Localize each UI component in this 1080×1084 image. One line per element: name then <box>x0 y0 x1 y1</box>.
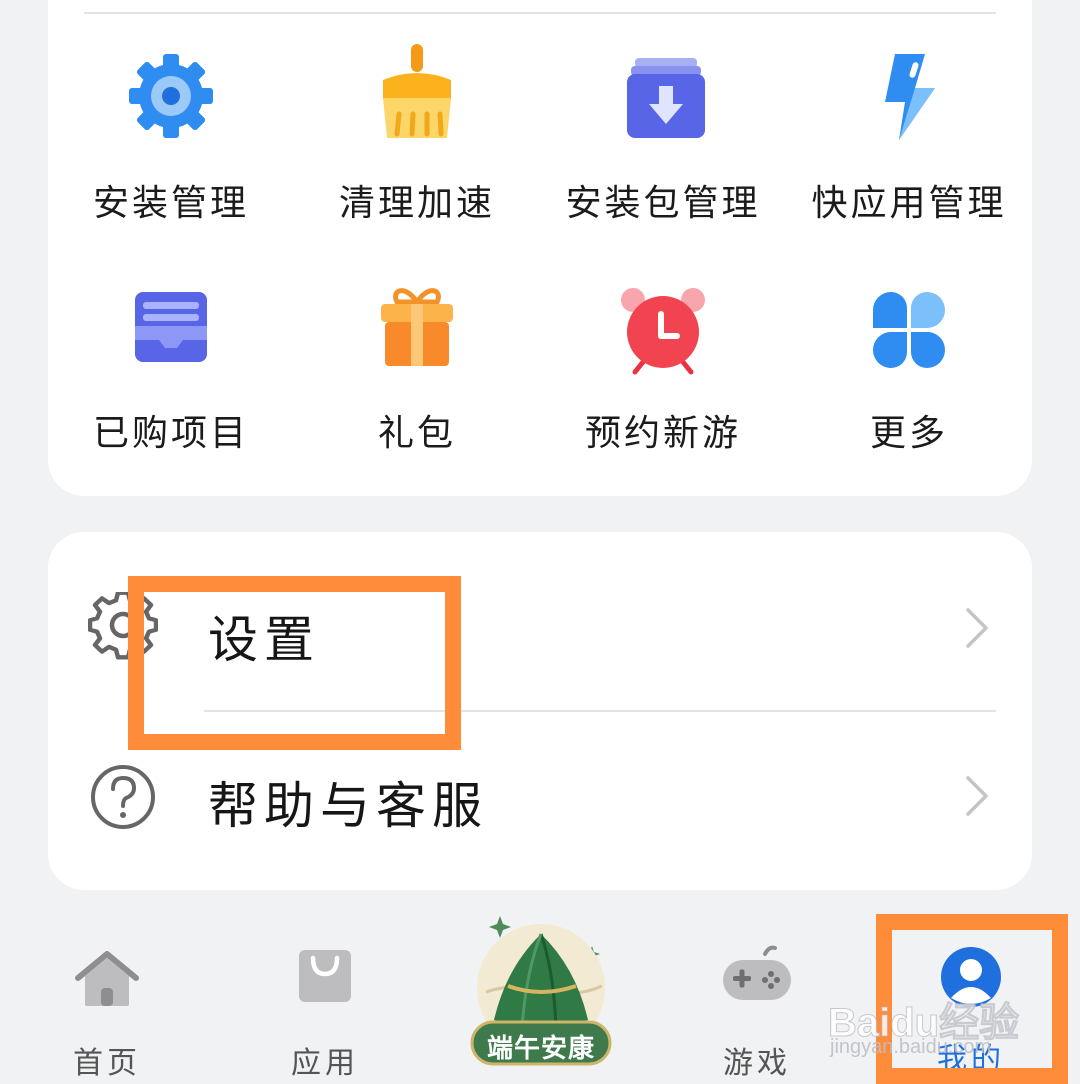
grid-label: 预约新游 <box>584 413 741 454</box>
nav-label: 应用 <box>291 1046 359 1081</box>
alarm-clock-icon <box>621 288 705 375</box>
grid-item-reserve-games[interactable]: 预约新游 <box>540 278 786 468</box>
shopping-bag-icon <box>299 950 351 1002</box>
settings-gear-icon <box>88 592 158 660</box>
nav-festival[interactable]: 端午安康 <box>456 912 626 1072</box>
nav-mine[interactable]: 我的 <box>886 946 1056 1077</box>
grid-label: 礼包 <box>377 413 456 454</box>
grid-label: 更多 <box>869 413 948 454</box>
list-divider <box>204 710 996 712</box>
nav-apps[interactable]: 应用 <box>240 950 410 1081</box>
grid-label: 安装管理 <box>92 183 249 224</box>
four-petal-grid-icon <box>873 292 946 368</box>
settings-row[interactable]: 设置 <box>48 548 1032 708</box>
nav-label: 首页 <box>73 1046 141 1081</box>
top-divider <box>84 12 996 14</box>
lightning-icon <box>885 54 935 140</box>
grid-label: 已购项目 <box>92 413 249 454</box>
grid-label: 快应用管理 <box>811 183 1007 224</box>
nav-label: 游戏 <box>723 1046 791 1081</box>
gift-icon <box>381 288 453 366</box>
gamepad-icon <box>723 945 791 1000</box>
grid-item-more[interactable]: 更多 <box>786 278 1032 468</box>
festival-label: 端午安康 <box>486 1034 595 1064</box>
nav-games[interactable]: 游戏 <box>672 945 842 1081</box>
grid-item-clean-speedup[interactable]: 清理加速 <box>294 40 540 230</box>
question-circle-icon <box>91 765 155 829</box>
grid-label: 安装包管理 <box>565 183 761 224</box>
user-avatar-icon <box>941 947 1001 1007</box>
help-support-row[interactable]: 帮助与客服 <box>48 716 1032 876</box>
nav-home[interactable]: 首页 <box>22 950 192 1081</box>
home-icon <box>75 951 139 1006</box>
help-support-label: 帮助与客服 <box>208 777 488 835</box>
package-download-icon <box>627 58 705 138</box>
settings-label: 设置 <box>208 611 320 669</box>
grid-item-purchased[interactable]: 已购项目 <box>48 278 294 468</box>
gear-icon <box>129 54 213 138</box>
brush-icon <box>383 44 451 138</box>
grid-label: 清理加速 <box>338 183 495 224</box>
grid-item-install-manage[interactable]: 安装管理 <box>48 40 294 230</box>
chevron-right-icon <box>966 776 988 816</box>
chevron-right-icon <box>966 608 988 648</box>
purchased-tray-icon <box>135 292 207 362</box>
nav-label-active: 我的 <box>937 1042 1005 1077</box>
grid-item-package-manage[interactable]: 安装包管理 <box>540 40 786 230</box>
grid-item-quick-app-manage[interactable]: 快应用管理 <box>786 40 1032 230</box>
grid-item-gift[interactable]: 礼包 <box>294 278 540 468</box>
